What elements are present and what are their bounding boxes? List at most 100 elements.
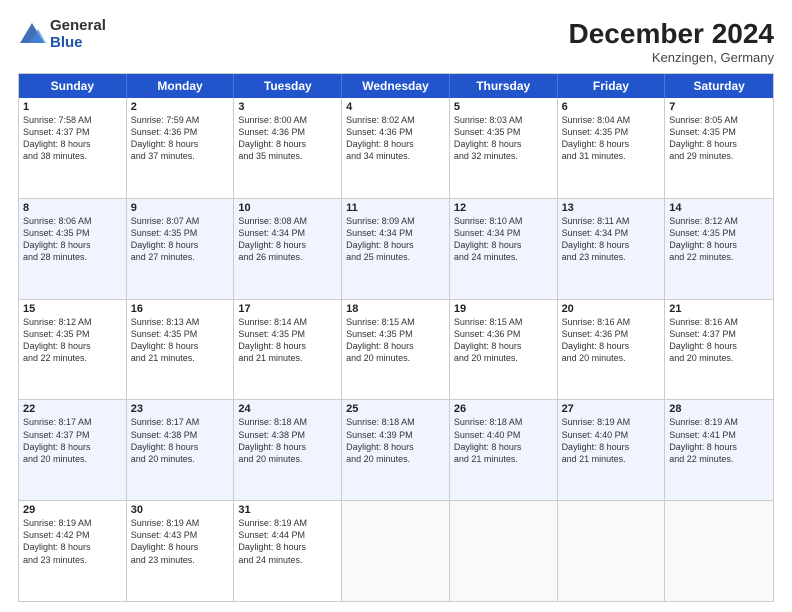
day-cell-23: 23Sunrise: 8:17 AMSunset: 4:38 PMDayligh… [127, 400, 235, 500]
cell-line: Sunrise: 8:10 AM [454, 215, 553, 227]
cell-line: Sunset: 4:42 PM [23, 529, 122, 541]
cell-line: Daylight: 8 hours [131, 541, 230, 553]
day-number: 8 [23, 202, 122, 214]
cell-line: Sunset: 4:35 PM [23, 328, 122, 340]
header-day-wednesday: Wednesday [342, 74, 450, 98]
header-day-monday: Monday [127, 74, 235, 98]
day-cell-18: 18Sunrise: 8:15 AMSunset: 4:35 PMDayligh… [342, 300, 450, 400]
calendar: SundayMondayTuesdayWednesdayThursdayFrid… [18, 73, 774, 602]
cell-line: and 20 minutes. [669, 352, 769, 364]
day-cell-5: 5Sunrise: 8:03 AMSunset: 4:35 PMDaylight… [450, 98, 558, 198]
cell-line: Sunset: 4:36 PM [131, 126, 230, 138]
cell-line: Sunset: 4:34 PM [346, 227, 445, 239]
day-cell-8: 8Sunrise: 8:06 AMSunset: 4:35 PMDaylight… [19, 199, 127, 299]
day-cell-3: 3Sunrise: 8:00 AMSunset: 4:36 PMDaylight… [234, 98, 342, 198]
day-cell-26: 26Sunrise: 8:18 AMSunset: 4:40 PMDayligh… [450, 400, 558, 500]
calendar-row-0: 1Sunrise: 7:58 AMSunset: 4:37 PMDaylight… [19, 98, 773, 198]
cell-line: Daylight: 8 hours [454, 340, 553, 352]
cell-line: and 24 minutes. [238, 554, 337, 566]
day-cell-4: 4Sunrise: 8:02 AMSunset: 4:36 PMDaylight… [342, 98, 450, 198]
day-cell-11: 11Sunrise: 8:09 AMSunset: 4:34 PMDayligh… [342, 199, 450, 299]
page: General Blue December 2024 Kenzingen, Ge… [0, 0, 792, 612]
cell-line: Daylight: 8 hours [669, 138, 769, 150]
cell-line: Sunrise: 8:06 AM [23, 215, 122, 227]
cell-line: Daylight: 8 hours [454, 239, 553, 251]
day-number: 5 [454, 101, 553, 113]
cell-line: Sunrise: 8:11 AM [562, 215, 661, 227]
cell-line: Sunset: 4:37 PM [23, 126, 122, 138]
cell-line: and 23 minutes. [562, 251, 661, 263]
cell-line: and 20 minutes. [131, 453, 230, 465]
day-cell-10: 10Sunrise: 8:08 AMSunset: 4:34 PMDayligh… [234, 199, 342, 299]
cell-line: Sunset: 4:37 PM [669, 328, 769, 340]
day-number: 1 [23, 101, 122, 113]
cell-line: Sunset: 4:35 PM [23, 227, 122, 239]
day-number: 4 [346, 101, 445, 113]
cell-line: and 20 minutes. [454, 352, 553, 364]
empty-cell-4-3 [342, 501, 450, 601]
cell-line: Daylight: 8 hours [669, 340, 769, 352]
cell-line: and 35 minutes. [238, 150, 337, 162]
cell-line: and 31 minutes. [562, 150, 661, 162]
cell-line: Sunrise: 8:08 AM [238, 215, 337, 227]
day-number: 9 [131, 202, 230, 214]
cell-line: Sunset: 4:35 PM [562, 126, 661, 138]
cell-line: Daylight: 8 hours [238, 541, 337, 553]
cell-line: Daylight: 8 hours [131, 340, 230, 352]
day-number: 19 [454, 303, 553, 315]
day-number: 30 [131, 504, 230, 516]
cell-line: Sunset: 4:34 PM [454, 227, 553, 239]
cell-line: and 34 minutes. [346, 150, 445, 162]
cell-line: Sunset: 4:36 PM [454, 328, 553, 340]
cell-line: Sunset: 4:40 PM [562, 429, 661, 441]
cell-line: Daylight: 8 hours [238, 441, 337, 453]
day-number: 3 [238, 101, 337, 113]
cell-line: and 38 minutes. [23, 150, 122, 162]
cell-line: Sunset: 4:34 PM [238, 227, 337, 239]
day-number: 31 [238, 504, 337, 516]
cell-line: Sunset: 4:35 PM [669, 227, 769, 239]
cell-line: and 20 minutes. [238, 453, 337, 465]
calendar-header: SundayMondayTuesdayWednesdayThursdayFrid… [19, 74, 773, 98]
cell-line: and 23 minutes. [23, 554, 122, 566]
day-cell-27: 27Sunrise: 8:19 AMSunset: 4:40 PMDayligh… [558, 400, 666, 500]
cell-line: Sunset: 4:38 PM [131, 429, 230, 441]
day-number: 23 [131, 403, 230, 415]
header-day-thursday: Thursday [450, 74, 558, 98]
cell-line: and 27 minutes. [131, 251, 230, 263]
location: Kenzingen, Germany [569, 50, 774, 65]
cell-line: and 23 minutes. [131, 554, 230, 566]
cell-line: Sunrise: 8:02 AM [346, 114, 445, 126]
logo-text: General Blue [50, 18, 106, 51]
day-number: 24 [238, 403, 337, 415]
empty-cell-4-4 [450, 501, 558, 601]
cell-line: Sunrise: 8:18 AM [454, 416, 553, 428]
cell-line: Sunrise: 8:14 AM [238, 316, 337, 328]
cell-line: Sunset: 4:41 PM [669, 429, 769, 441]
logo-blue-text: Blue [50, 35, 106, 52]
cell-line: Sunrise: 8:07 AM [131, 215, 230, 227]
day-cell-22: 22Sunrise: 8:17 AMSunset: 4:37 PMDayligh… [19, 400, 127, 500]
day-cell-9: 9Sunrise: 8:07 AMSunset: 4:35 PMDaylight… [127, 199, 235, 299]
cell-line: Daylight: 8 hours [23, 340, 122, 352]
cell-line: Daylight: 8 hours [562, 239, 661, 251]
cell-line: Sunrise: 8:16 AM [669, 316, 769, 328]
cell-line: Sunset: 4:36 PM [238, 126, 337, 138]
cell-line: Daylight: 8 hours [23, 441, 122, 453]
day-cell-15: 15Sunrise: 8:12 AMSunset: 4:35 PMDayligh… [19, 300, 127, 400]
cell-line: Daylight: 8 hours [346, 138, 445, 150]
day-cell-19: 19Sunrise: 8:15 AMSunset: 4:36 PMDayligh… [450, 300, 558, 400]
cell-line: Sunrise: 8:05 AM [669, 114, 769, 126]
cell-line: and 21 minutes. [131, 352, 230, 364]
title-block: December 2024 Kenzingen, Germany [569, 18, 774, 65]
day-cell-31: 31Sunrise: 8:19 AMSunset: 4:44 PMDayligh… [234, 501, 342, 601]
cell-line: Sunset: 4:40 PM [454, 429, 553, 441]
logo-icon [18, 21, 46, 49]
cell-line: Daylight: 8 hours [562, 340, 661, 352]
header-day-tuesday: Tuesday [234, 74, 342, 98]
cell-line: Sunset: 4:34 PM [562, 227, 661, 239]
day-cell-21: 21Sunrise: 8:16 AMSunset: 4:37 PMDayligh… [665, 300, 773, 400]
cell-line: Sunset: 4:35 PM [669, 126, 769, 138]
day-cell-16: 16Sunrise: 8:13 AMSunset: 4:35 PMDayligh… [127, 300, 235, 400]
day-number: 21 [669, 303, 769, 315]
